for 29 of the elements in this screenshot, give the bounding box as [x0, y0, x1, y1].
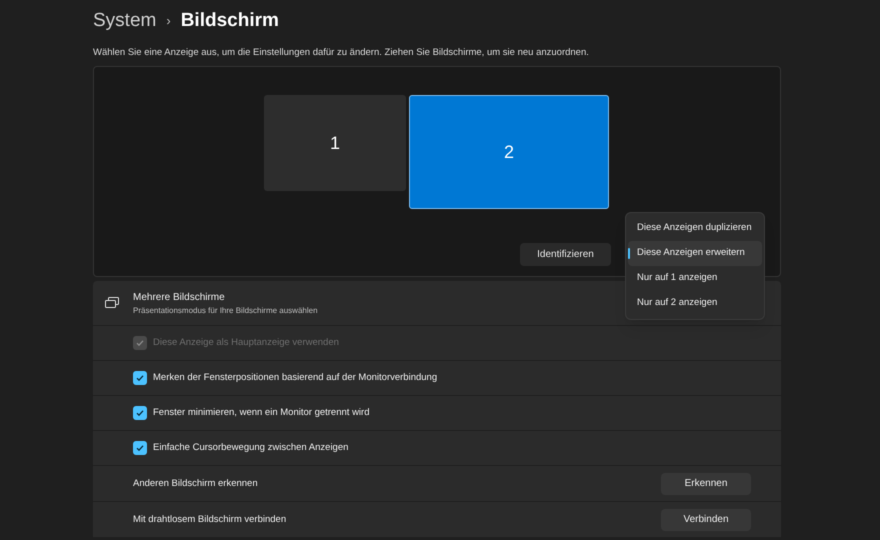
- menu-item[interactable]: Diese Anzeigen erweitern: [628, 241, 762, 266]
- row-button[interactable]: Verbinden: [661, 508, 751, 531]
- section-title: Mehrere Bildschirme: [133, 290, 226, 305]
- checkmark-icon: [135, 373, 145, 384]
- checkmark-icon: [135, 408, 145, 418]
- row-button[interactable]: Erkennen: [661, 472, 751, 495]
- menu-item[interactable]: Nur auf 2 anzeigen: [628, 291, 762, 316]
- description: Wählen Sie eine Anzeige aus, um die Einstellungen dafür zu ändern. Ziehen Sie Bildschirme, um sie neu anzuordnen.: [93, 46, 590, 60]
- checkbox-label: Einfache Cursorbewegung zwischen Anzeigen: [153, 441, 348, 456]
- row-label: Mit drahtlosem Bildschirm verbinden: [133, 512, 286, 527]
- checkbox[interactable]: [133, 371, 147, 386]
- checkbox[interactable]: [133, 441, 147, 456]
- menu-item[interactable]: Diese Anzeigen duplizieren: [628, 216, 762, 241]
- checkmark-icon: [135, 443, 145, 454]
- breadcrumb-parent[interactable]: System: [93, 6, 156, 36]
- checkmark-icon: [135, 338, 145, 348]
- monitors-icon: [105, 297, 119, 310]
- monitor-tile[interactable]: 1: [264, 95, 406, 192]
- checkbox-label: Merken der Fensterpositionen basierend auf der Monitorverbindung: [153, 371, 438, 386]
- checkbox-label: Fenster minimieren, wenn ein Monitor getrennt wird: [153, 406, 370, 420]
- row-label: Anderen Bildschirm erkennen: [133, 476, 258, 491]
- section-subtitle: Präsentationsmodus für Ihre Bildschirme auswählen: [133, 304, 318, 317]
- checkbox-label: Diese Anzeige als Hauptanzeige verwenden: [153, 336, 339, 350]
- monitor-tile[interactable]: 2: [409, 95, 609, 210]
- selection-indicator: [628, 248, 630, 259]
- identify-button[interactable]: Identifizieren: [520, 243, 611, 266]
- page-title: Bildschirm: [180, 8, 279, 33]
- checkbox[interactable]: [133, 406, 147, 420]
- breadcrumb-separator: ›: [166, 12, 171, 30]
